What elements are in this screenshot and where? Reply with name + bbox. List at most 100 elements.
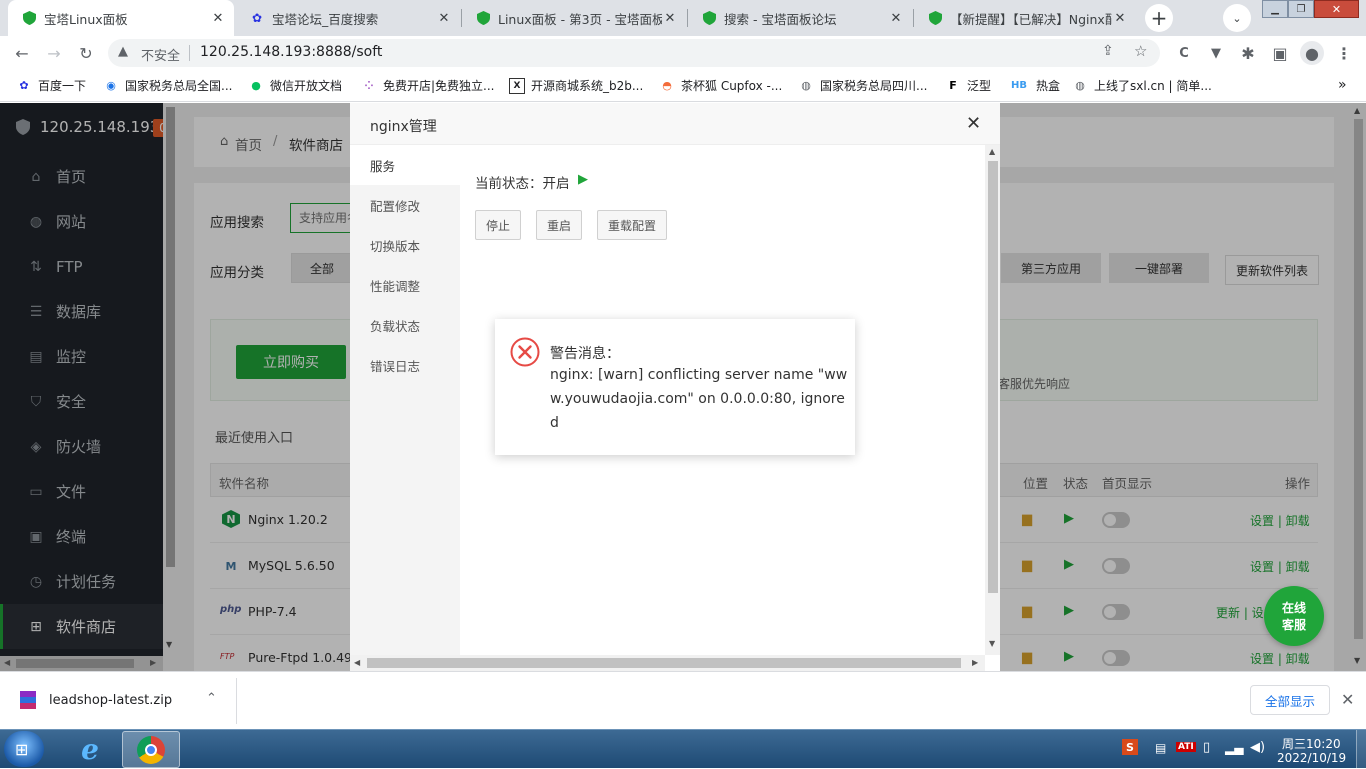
bookmark-item[interactable]: ⁘ 免费开店|免费独立... — [361, 77, 494, 94]
bt-shield-icon — [702, 11, 716, 25]
bookmark-label: 热盒 — [1036, 79, 1061, 93]
reload-config-button[interactable]: 重载配置 — [597, 210, 667, 240]
alert-message-line: w.youwudaojia.com" on 0.0.0.0:80, ignore — [550, 391, 845, 407]
maximize-icon[interactable]: ❐ — [1288, 0, 1314, 18]
bookmark-item[interactable]: ✿ 百度一下 — [16, 77, 86, 94]
extensions-puzzle-icon[interactable]: ✱ — [1236, 41, 1260, 65]
tab-linux-panel-page3[interactable]: Linux面板 - 第3页 - 宝塔面板 ✕ — [462, 0, 686, 36]
alert-message-line: d — [550, 415, 559, 431]
modal-menu-error-log[interactable]: 错误日志 — [350, 345, 460, 385]
magnifier-icon: ◉ — [106, 79, 116, 92]
keyboard-icon[interactable]: ▤ — [1155, 741, 1166, 755]
play-status-icon: ▶ — [578, 172, 588, 187]
bookmark-label: 国家税务总局四川... — [820, 79, 928, 93]
warning-alert-dialog: 警告消息： nginx: [warn] conflicting server n… — [495, 319, 855, 455]
scroll-left-icon[interactable]: ◀ — [354, 658, 360, 667]
tab-baidu-search[interactable]: ✿ 宝塔论坛_百度搜索 ✕ — [236, 0, 460, 36]
device-icon[interactable]: ▯ — [1203, 740, 1210, 755]
chrome-taskbar-button[interactable] — [122, 731, 180, 768]
bookmark-star-icon[interactable]: ☆ — [1134, 42, 1147, 60]
extension-c-icon[interactable]: C — [1172, 41, 1196, 65]
network-signal-icon[interactable]: ▂▄ — [1225, 741, 1243, 755]
security-label[interactable]: 不安全 — [141, 45, 180, 64]
tab-close-icon[interactable]: ✕ — [1112, 11, 1128, 26]
modal-hscrollbar[interactable]: ◀ ▶ — [350, 655, 985, 671]
scroll-right-icon[interactable]: ▶ — [972, 658, 978, 667]
bookmark-item[interactable]: ◉ 国家税务总局全国... — [103, 77, 232, 94]
more-bookmarks-chevron[interactable]: » — [1338, 77, 1347, 93]
warning-triangle-icon[interactable]: ▲ — [118, 44, 128, 59]
forward-arrow-icon[interactable]: → — [42, 41, 66, 65]
chevron-up-icon[interactable]: ⌃ — [206, 691, 217, 706]
modal-menu-switch-version[interactable]: 切换版本 — [350, 225, 460, 265]
modal-menu-service[interactable]: 服务 — [350, 145, 460, 185]
volume-icon[interactable]: ◀) — [1250, 740, 1265, 755]
show-desktop-button[interactable] — [1356, 730, 1366, 769]
bookmark-item[interactable]: ◍ 国家税务总局四川... — [798, 77, 927, 94]
online-support-button[interactable]: 在线 客服 — [1264, 586, 1324, 646]
bookmark-item[interactable]: X 开源商城系统_b2b... — [509, 77, 643, 94]
alert-message-line: nginx: [warn] conflicting server name "w… — [550, 367, 848, 383]
baidu-paw-icon: ✿ — [251, 11, 263, 25]
tab-search-chevron-icon[interactable]: ⌄ — [1223, 4, 1251, 32]
minimize-icon[interactable]: ▁ — [1262, 0, 1288, 18]
download-filename: leadshop-latest.zip — [49, 692, 173, 708]
sogou-ime-icon[interactable]: S — [1122, 739, 1138, 755]
scroll-thumb[interactable] — [367, 658, 961, 668]
back-arrow-icon[interactable]: ← — [10, 41, 34, 65]
scroll-up-icon[interactable]: ▲ — [989, 147, 995, 156]
ati-icon[interactable]: ATI — [1176, 742, 1196, 752]
modal-header: nginx管理 ✕ — [350, 103, 1000, 145]
bookmark-item[interactable]: ● 微信开放文档 — [248, 77, 342, 94]
page-viewport: 120.25.148.193 0 ⌂首页 ◍网站 ⇅FTP ☰数据库 ▤监控 ⛉… — [0, 103, 1366, 671]
modal-side-menu: 服务 配置修改 切换版本 性能调整 负载状态 错误日志 — [350, 145, 460, 671]
bookmark-label: 微信开放文档 — [270, 79, 343, 93]
tab-bt-panel[interactable]: 宝塔Linux面板 ✕ — [8, 0, 234, 36]
modal-close-icon[interactable]: ✕ — [966, 113, 981, 134]
hb-logo-icon: HB — [1011, 80, 1027, 91]
url-text[interactable]: 120.25.148.193:8888/soft — [200, 44, 382, 60]
modal-menu-load-status[interactable]: 负载状态 — [350, 305, 460, 345]
profile-avatar-icon[interactable]: ● — [1300, 41, 1324, 65]
bookmark-item[interactable]: F 泛型 — [945, 77, 991, 94]
shelf-divider — [236, 678, 237, 724]
show-all-downloads-button[interactable]: 全部显示 — [1250, 685, 1330, 715]
extension-v-icon[interactable]: ▼ — [1204, 41, 1228, 65]
tab-nginx-thread[interactable]: 【新提醒】【已解决】Nginx配 ✕ — [914, 0, 1136, 36]
window-close-icon[interactable]: ✕ — [1314, 0, 1359, 18]
bookmark-item[interactable]: ◓ 茶杯狐 Cupfox -... — [659, 77, 782, 94]
new-tab-button[interactable]: + — [1145, 4, 1173, 32]
share-icon[interactable]: ⇪ — [1102, 43, 1114, 59]
reload-icon[interactable]: ↻ — [74, 41, 98, 65]
modal-menu-performance[interactable]: 性能调整 — [350, 265, 460, 305]
stop-button[interactable]: 停止 — [475, 210, 521, 240]
scroll-thumb[interactable] — [988, 161, 998, 593]
scroll-down-icon[interactable]: ▼ — [989, 639, 995, 648]
modal-menu-config[interactable]: 配置修改 — [350, 185, 460, 225]
bt-shield-icon — [928, 11, 942, 25]
side-panel-icon[interactable]: ▣ — [1268, 41, 1292, 65]
clock-time[interactable]: 周三10:20 — [1282, 735, 1341, 752]
shelf-close-icon[interactable]: ✕ — [1341, 690, 1354, 709]
bookmark-label: 上线了sxl.cn | 简单... — [1094, 79, 1212, 93]
download-item[interactable]: leadshop-latest.zip — [20, 691, 172, 709]
modal-vscrollbar[interactable]: ▲ ▼ — [985, 145, 1000, 655]
tab-close-icon[interactable]: ✕ — [210, 11, 226, 26]
tab-close-icon[interactable]: ✕ — [436, 11, 452, 26]
bookmark-item[interactable]: HB 热盒 — [1008, 77, 1060, 94]
clock-date[interactable]: 2022/10/19 — [1277, 751, 1346, 765]
start-button[interactable]: ⊞ — [4, 731, 44, 767]
tab-title: 宝塔Linux面板 — [44, 11, 128, 27]
support-line1: 在线 — [1281, 601, 1306, 615]
restart-button[interactable]: 重启 — [536, 210, 582, 240]
bt-shield-icon — [476, 11, 490, 25]
internet-explorer-icon[interactable]: e — [64, 732, 116, 767]
mall-logo-icon: X — [509, 77, 525, 94]
tab-search-forum[interactable]: 搜索 - 宝塔面板论坛 ✕ — [688, 0, 912, 36]
bookmark-item[interactable]: ◍ 上线了sxl.cn | 简单... — [1072, 77, 1212, 94]
tab-close-icon[interactable]: ✕ — [888, 11, 904, 26]
cupfox-icon: ◓ — [662, 79, 672, 92]
address-bar[interactable]: ▲ 不安全 120.25.148.193:8888/soft ⇪ ☆ — [108, 39, 1160, 67]
menu-kebab-icon[interactable]: ⋮ — [1332, 41, 1356, 65]
tab-close-icon[interactable]: ✕ — [662, 11, 678, 26]
